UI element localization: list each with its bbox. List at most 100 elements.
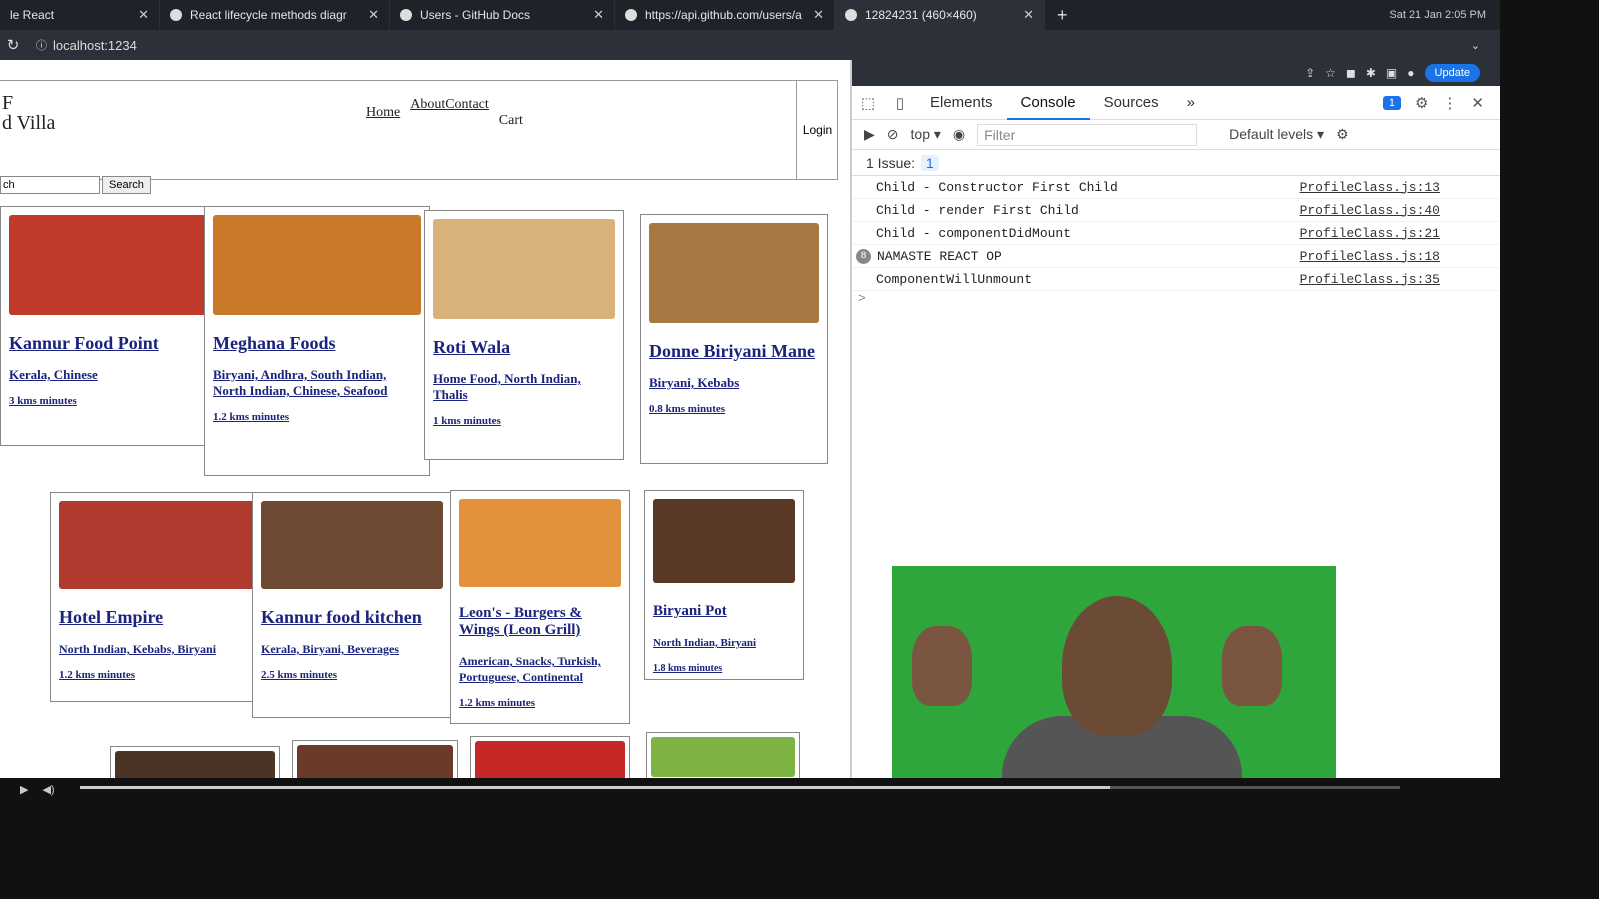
restaurant-cuisines[interactable]: Kerala, Chinese xyxy=(9,367,213,383)
log-levels-select[interactable]: Default levels ▾ xyxy=(1229,126,1324,143)
restaurant-name[interactable]: Roti Wala xyxy=(433,337,615,357)
log-text: Child - componentDidMount xyxy=(876,225,1072,241)
browser-tab[interactable]: React lifecycle methods diagr ✕ xyxy=(160,0,390,30)
site-header: F d Villa Home AboutContact Cart Login xyxy=(0,80,838,180)
close-icon[interactable]: ✕ xyxy=(1471,94,1484,112)
search-button[interactable]: Search xyxy=(102,176,151,194)
restaurant-name[interactable]: Leon's - Burgers & Wings (Leon Grill) xyxy=(459,605,621,639)
tab-elements[interactable]: Elements xyxy=(916,86,1007,120)
puzzle-icon[interactable]: ✱ xyxy=(1366,66,1376,80)
context-select[interactable]: top ▾ xyxy=(911,126,941,143)
restaurant-image xyxy=(261,501,443,589)
restaurant-distance[interactable]: 1.2 kms minutes xyxy=(459,697,621,709)
info-icon[interactable]: ⓘ xyxy=(36,37,47,53)
presenter-hand xyxy=(1222,626,1282,706)
restaurant-card[interactable]: Biryani Pot North Indian, Biryani 1.8 km… xyxy=(644,490,804,680)
close-icon[interactable]: ✕ xyxy=(813,7,824,23)
sidebar-toggle-icon[interactable]: ▶ xyxy=(864,126,875,143)
more-options-icon[interactable]: ⋮ xyxy=(1442,94,1457,112)
video-progress-fill xyxy=(80,786,1110,789)
restaurant-name[interactable]: Biryani Pot xyxy=(653,601,795,621)
update-button[interactable]: Update xyxy=(1424,64,1480,82)
restaurant-cuisines[interactable]: Biryani, Kebabs xyxy=(649,375,819,391)
extension-icon[interactable]: ◼ xyxy=(1346,66,1356,80)
restaurant-distance[interactable]: 1.2 kms minutes xyxy=(213,411,421,423)
nav-cart-link[interactable]: Cart xyxy=(499,113,523,129)
console-toolbar: ▶ ⊘ top ▾ ◉ Filter Default levels ▾ ⚙ xyxy=(852,120,1500,150)
more-tabs-button[interactable]: » xyxy=(1173,86,1209,120)
console-prompt[interactable]: > xyxy=(852,291,1500,306)
inspect-icon[interactable]: ⬚ xyxy=(852,94,884,112)
tab-title: 12824231 (460×460) xyxy=(865,8,977,22)
site-logo[interactable]: F d Villa xyxy=(2,93,55,133)
restaurant-name[interactable]: Hotel Empire xyxy=(59,607,259,627)
close-icon[interactable]: ✕ xyxy=(138,7,149,23)
message-count-badge[interactable]: 1 xyxy=(1382,95,1401,110)
share-icon[interactable]: ⇪ xyxy=(1305,66,1315,80)
restaurant-distance[interactable]: 1 kms minutes xyxy=(433,415,615,427)
sidebar-icon[interactable]: ▣ xyxy=(1386,66,1397,80)
restaurant-cuisines[interactable]: North Indian, Biryani xyxy=(653,635,795,651)
restaurant-card[interactable]: Roti Wala Home Food, North Indian, Thali… xyxy=(424,210,624,460)
nav-about-link[interactable]: About xyxy=(410,97,445,112)
eye-icon[interactable]: ◉ xyxy=(953,126,965,143)
restaurant-cuisines[interactable]: Biryani, Andhra, South Indian, North Ind… xyxy=(213,367,421,399)
restaurant-cuisines[interactable]: American, Snacks, Turkish, Portuguese, C… xyxy=(459,653,621,685)
log-source-link[interactable]: ProfileClass.js:35 xyxy=(1300,272,1440,287)
restaurant-card[interactable]: Donne Biriyani Mane Biryani, Kebabs 0.8 … xyxy=(640,214,828,464)
issues-bar[interactable]: 1 Issue: 1 xyxy=(852,150,1500,176)
tab-console[interactable]: Console xyxy=(1006,86,1090,120)
video-progress-bar[interactable] xyxy=(80,786,1400,789)
filter-input[interactable]: Filter xyxy=(977,123,1198,146)
restaurant-cuisines[interactable]: North Indian, Kebabs, Biryani xyxy=(59,641,259,657)
restaurant-distance[interactable]: 2.5 kms minutes xyxy=(261,669,443,681)
restaurant-cuisines[interactable]: Home Food, North Indian, Thalis xyxy=(433,371,615,403)
restaurant-name[interactable]: Donne Biriyani Mane xyxy=(649,341,819,361)
log-source-link[interactable]: ProfileClass.js:18 xyxy=(1300,249,1440,264)
browser-tab[interactable]: Users - GitHub Docs ✕ xyxy=(390,0,615,30)
restaurant-distance[interactable]: 1.2 kms minutes xyxy=(59,669,259,681)
restaurant-name[interactable]: Kannur Food Point xyxy=(9,333,213,353)
restaurant-cuisines[interactable]: Kerala, Biryani, Beverages xyxy=(261,641,443,657)
nav-home-link[interactable]: Home xyxy=(366,105,400,129)
restaurant-card[interactable]: Kannur Food Point Kerala, Chinese 3 kms … xyxy=(0,206,222,446)
restaurant-distance[interactable]: 1.8 kms minutes xyxy=(653,663,795,674)
close-icon[interactable]: ✕ xyxy=(1023,7,1034,23)
chevron-down-icon[interactable]: ⌄ xyxy=(1471,39,1500,52)
reload-icon[interactable]: ↻ xyxy=(0,36,26,54)
restaurant-distance[interactable]: 0.8 kms minutes xyxy=(649,403,819,415)
gear-icon[interactable]: ⚙ xyxy=(1336,126,1349,143)
issues-label: 1 Issue: xyxy=(866,154,916,171)
login-button[interactable]: Login xyxy=(796,81,838,179)
log-source-link[interactable]: ProfileClass.js:40 xyxy=(1300,203,1440,218)
tab-sources[interactable]: Sources xyxy=(1090,86,1173,120)
star-icon[interactable]: ☆ xyxy=(1325,66,1336,80)
close-icon[interactable]: ✕ xyxy=(593,7,604,23)
log-source-link[interactable]: ProfileClass.js:21 xyxy=(1300,226,1440,241)
close-icon[interactable]: ✕ xyxy=(368,7,379,23)
restaurant-card[interactable]: Meghana Foods Biryani, Andhra, South Ind… xyxy=(204,206,430,476)
browser-tab[interactable]: le React ✕ xyxy=(0,0,160,30)
browser-tab[interactable]: https://api.github.com/users/a ✕ xyxy=(615,0,835,30)
clear-console-icon[interactable]: ⊘ xyxy=(887,126,899,143)
restaurant-card[interactable]: Kannur food kitchen Kerala, Biryani, Bev… xyxy=(252,492,452,718)
nav-contact-link[interactable]: Contact xyxy=(445,97,489,112)
restaurant-name[interactable]: Meghana Foods xyxy=(213,333,421,353)
restaurant-card[interactable]: Leon's - Burgers & Wings (Leon Grill) Am… xyxy=(450,490,630,724)
play-icon[interactable]: ▶ xyxy=(20,783,28,796)
gear-icon[interactable]: ⚙ xyxy=(1415,94,1428,112)
volume-icon[interactable]: ◀) xyxy=(42,783,54,796)
log-source-link[interactable]: ProfileClass.js:13 xyxy=(1300,180,1440,195)
restaurant-name[interactable]: Kannur food kitchen xyxy=(261,607,443,627)
restaurant-card[interactable]: Hotel Empire North Indian, Kebabs, Birya… xyxy=(50,492,268,702)
device-toolbar-icon[interactable]: ▯ xyxy=(884,94,916,112)
browser-tab-active[interactable]: 12824231 (460×460) ✕ xyxy=(835,0,1045,30)
url-field[interactable]: localhost:1234 xyxy=(53,38,137,53)
avatar[interactable]: ● xyxy=(1407,66,1414,80)
new-tab-icon[interactable]: + xyxy=(1045,5,1080,26)
react-icon xyxy=(170,9,182,21)
issues-count-badge[interactable]: 1 xyxy=(921,154,939,171)
search-input[interactable] xyxy=(0,176,100,194)
restaurant-distance[interactable]: 3 kms minutes xyxy=(9,395,213,407)
web-page: F d Villa Home AboutContact Cart Login S… xyxy=(0,60,850,800)
